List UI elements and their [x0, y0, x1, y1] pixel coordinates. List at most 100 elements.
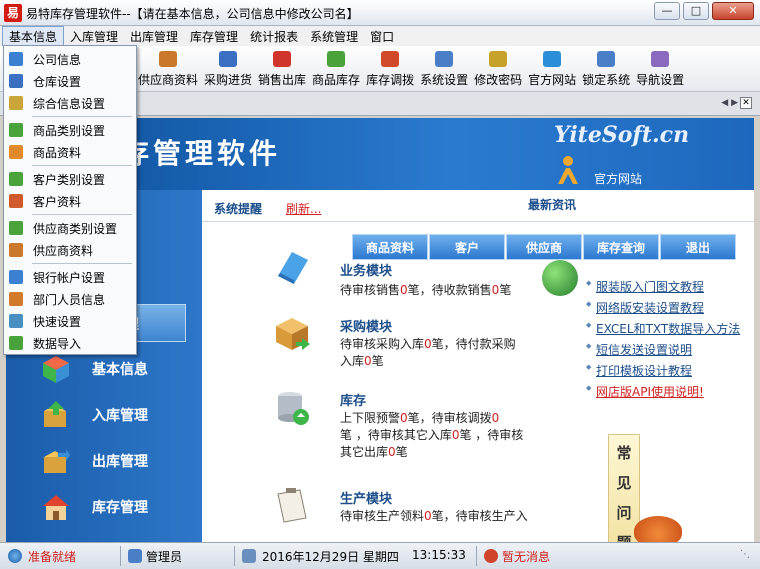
banner-title: 存管理软件 [121, 137, 282, 170]
menu-system[interactable]: 系统管理 [304, 27, 364, 46]
toolbar-button[interactable]: 锁定系统 [579, 47, 633, 91]
status-ready: 准备就绪 [28, 550, 77, 564]
menu-item[interactable]: 数据导入 [4, 332, 136, 354]
left-nav-stock-out[interactable]: 出库管理 [6, 438, 202, 484]
quick-product-button[interactable]: 商品资料 [352, 234, 428, 260]
minimize-button[interactable]: — [654, 2, 680, 20]
menu-item-label: 银行帐户设置 [33, 270, 106, 285]
module-line[interactable]: 待审核生产领料0笔，待审核生产入 [340, 508, 540, 525]
left-nav-label: 入库管理 [92, 408, 148, 424]
basic-info-dropdown: 公司信息 仓库设置 综合信息设置商品类别设置商品资料客户类别设置 客户资料供应商类别设… [3, 45, 137, 355]
quick-customer-button[interactable]: 客户 [429, 234, 505, 260]
quick-supplier-button[interactable]: 供应商 [506, 234, 582, 260]
toolbar-button[interactable]: 官方网站 [525, 47, 579, 91]
news-link[interactable]: 服装版入门图文教程 [586, 278, 740, 299]
toolbar-button-label: 采购进货 [204, 73, 253, 87]
box-arrow-icon [276, 318, 310, 350]
news-link[interactable]: 网店版API使用说明! [586, 383, 740, 404]
module-title: 库存 [340, 394, 367, 409]
toolbar-button[interactable]: 库存调拨 [363, 47, 417, 91]
toolbar-button[interactable]: 修改密码 [471, 47, 525, 91]
news-link[interactable]: 网络版安装设置教程 [586, 299, 740, 320]
toolbar-button[interactable]: 采购进货 [201, 47, 255, 91]
gear-icon [9, 96, 23, 110]
module-title: 业务模块 [340, 264, 393, 279]
menu-item[interactable]: 供应商资料 [4, 239, 136, 261]
toolbar-button-label: 导航设置 [636, 73, 685, 87]
menu-basic-info[interactable]: 基本信息 [2, 25, 65, 47]
module-title: 生产模块 [340, 492, 393, 507]
module-line[interactable]: 入库0笔 [340, 353, 540, 370]
boxes-icon [327, 51, 346, 67]
menu-item[interactable]: 客户资料 [4, 190, 136, 212]
toolbar-button[interactable]: 供应商资料 [135, 47, 201, 91]
menu-item[interactable]: 仓库设置 [4, 70, 136, 92]
toolbar-button-label: 修改密码 [474, 73, 523, 87]
menu-item[interactable]: 公司信息 [4, 48, 136, 70]
quick-button-bar: 商品资料 客户 供应商 库存查询 退出 [352, 234, 737, 260]
maximize-button[interactable]: □ [683, 2, 709, 20]
dashboard-content: 系统提醒 刷新... 最新资讯 商品资料 客户 供应商 库存查询 退出 业务模块… [202, 190, 754, 542]
resize-grip-icon[interactable]: ⋱ [740, 549, 754, 563]
news-link[interactable]: EXCEL和TXT数据导入方法 [586, 320, 740, 341]
toolbar-button-label: 供应商资料 [138, 73, 199, 87]
menu-reports[interactable]: 统计报表 [244, 27, 304, 46]
menu-item[interactable]: 银行帐户设置 [4, 266, 136, 288]
menu-item-label: 商品类别设置 [33, 123, 106, 138]
mascot-icon [634, 516, 682, 542]
news-link[interactable]: 打印模板设计教程 [586, 362, 740, 383]
menu-item[interactable]: 综合信息设置 [4, 92, 136, 114]
menu-item[interactable]: 快速设置 [4, 310, 136, 332]
faq-char: 常 [616, 444, 632, 462]
menu-item[interactable]: 部门人员信息 [4, 288, 136, 310]
module-line[interactable]: 待审核销售0笔，待收款销售0笔 [340, 282, 540, 299]
bank-icon [9, 270, 23, 284]
quick-stock-query-button[interactable]: 库存查询 [583, 234, 659, 260]
menu-inventory[interactable]: 库存管理 [184, 27, 244, 46]
status-user: 管理员 [146, 550, 183, 564]
menu-item[interactable]: 供应商类别设置 [4, 217, 136, 239]
toolbar-button[interactable]: 销售出库 [255, 47, 309, 91]
quick-exit-button[interactable]: 退出 [660, 234, 736, 260]
company-icon [9, 52, 23, 66]
status-message[interactable]: 暂无消息 [502, 548, 550, 565]
banner-site-logo: YiteSoft.cn [554, 122, 690, 148]
left-nav-inventory[interactable]: 库存管理 [6, 484, 202, 530]
menu-item[interactable]: 商品资料 [4, 141, 136, 163]
menu-item-label: 数据导入 [33, 336, 82, 351]
clipboard-icon [277, 488, 307, 523]
module-line[interactable]: 笔 ，待审核其它入库0笔 ，待审核 [340, 427, 540, 444]
close-button[interactable]: ✕ [712, 2, 754, 20]
menu-stock-out[interactable]: 出库管理 [124, 27, 184, 46]
toolbar-button[interactable]: 系统设置 [417, 47, 471, 91]
toolbar-button-label: 官方网站 [528, 73, 577, 87]
module-line[interactable]: 待审核采购入库0笔，待付款采购 [340, 336, 540, 353]
tab-scroll-arrows-icon[interactable]: ◀ ▶ [721, 98, 738, 108]
toolbar-button[interactable]: 商品库存 [309, 47, 363, 91]
left-nav-label: 基本信息 [92, 362, 148, 378]
globe-icon [542, 260, 578, 296]
transfer-icon [381, 51, 400, 67]
left-nav-stock-in[interactable]: 入库管理 [6, 392, 202, 438]
product-icon [9, 145, 23, 159]
ie-icon [543, 51, 562, 67]
menu-item[interactable]: 商品类别设置 [4, 119, 136, 141]
toolbar-button[interactable]: 导航设置 [633, 47, 687, 91]
menu-item-label: 供应商类别设置 [33, 221, 118, 236]
menu-window[interactable]: 窗口 [364, 27, 400, 46]
menu-item[interactable]: 客户类别设置 [4, 168, 136, 190]
app-logo-icon: 易 [4, 4, 22, 22]
toolbar-button-label: 商品库存 [312, 73, 361, 87]
module-line[interactable]: 其它出库0笔 [340, 444, 540, 461]
news-link[interactable]: 短信发送设置说明 [586, 341, 740, 362]
menu-separator [32, 165, 132, 166]
menu-stock-in[interactable]: 入库管理 [64, 27, 124, 46]
quick-icon [9, 314, 23, 328]
tab-close-button[interactable]: ✕ [740, 97, 752, 109]
menu-separator [32, 263, 132, 264]
official-site-link[interactable]: 官方网站 [594, 170, 642, 187]
refresh-link[interactable]: 刷新... [286, 200, 321, 217]
faq-char: 见 [616, 474, 632, 492]
nav-icon [651, 51, 670, 67]
module-line[interactable]: 上下限预警0笔，待审核调拨0 [340, 410, 540, 427]
